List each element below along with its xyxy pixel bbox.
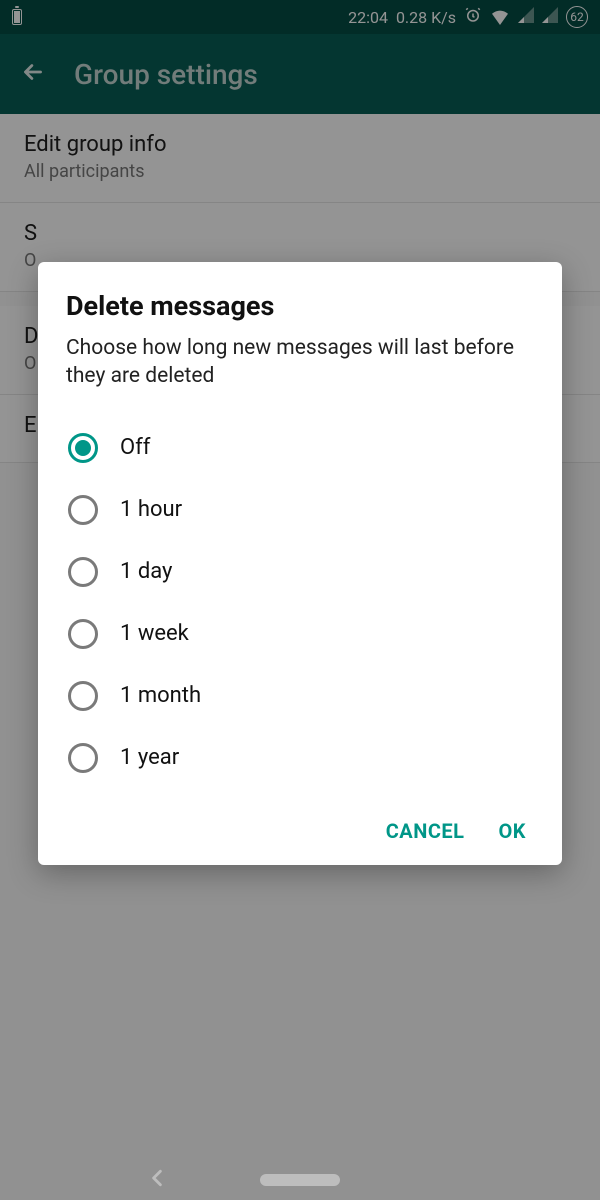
dialog-title: Delete messages [66,290,534,322]
radio-option-1-month[interactable]: 1 month [66,665,534,727]
dialog-description: Choose how long new messages will last b… [66,334,534,391]
nav-home-pill[interactable] [260,1174,340,1186]
radio-label: 1 day [120,559,172,584]
radio-label: Off [120,435,150,460]
nav-back-icon[interactable] [150,1168,164,1193]
radio-label: 1 year [120,745,179,770]
radio-label: 1 month [120,683,201,708]
dialog-overlay[interactable]: Delete messages Choose how long new mess… [0,0,600,1200]
system-nav-bar [0,1160,600,1200]
radio-icon [68,557,98,587]
radio-icon [68,743,98,773]
radio-option-off[interactable]: Off [66,417,534,479]
radio-option-1-day[interactable]: 1 day [66,541,534,603]
ok-button[interactable]: OK [498,819,526,843]
radio-option-1-hour[interactable]: 1 hour [66,479,534,541]
dialog-actions: CANCEL OK [66,809,534,851]
cancel-button[interactable]: CANCEL [386,819,465,843]
radio-icon [68,495,98,525]
radio-list: Off 1 hour 1 day 1 week 1 month 1 year [66,417,534,789]
radio-option-1-week[interactable]: 1 week [66,603,534,665]
radio-label: 1 hour [120,497,182,522]
radio-icon [68,681,98,711]
delete-messages-dialog: Delete messages Choose how long new mess… [38,262,562,865]
radio-icon [68,619,98,649]
radio-option-1-year[interactable]: 1 year [66,727,534,789]
radio-icon-selected [68,433,98,463]
radio-label: 1 week [120,621,189,646]
